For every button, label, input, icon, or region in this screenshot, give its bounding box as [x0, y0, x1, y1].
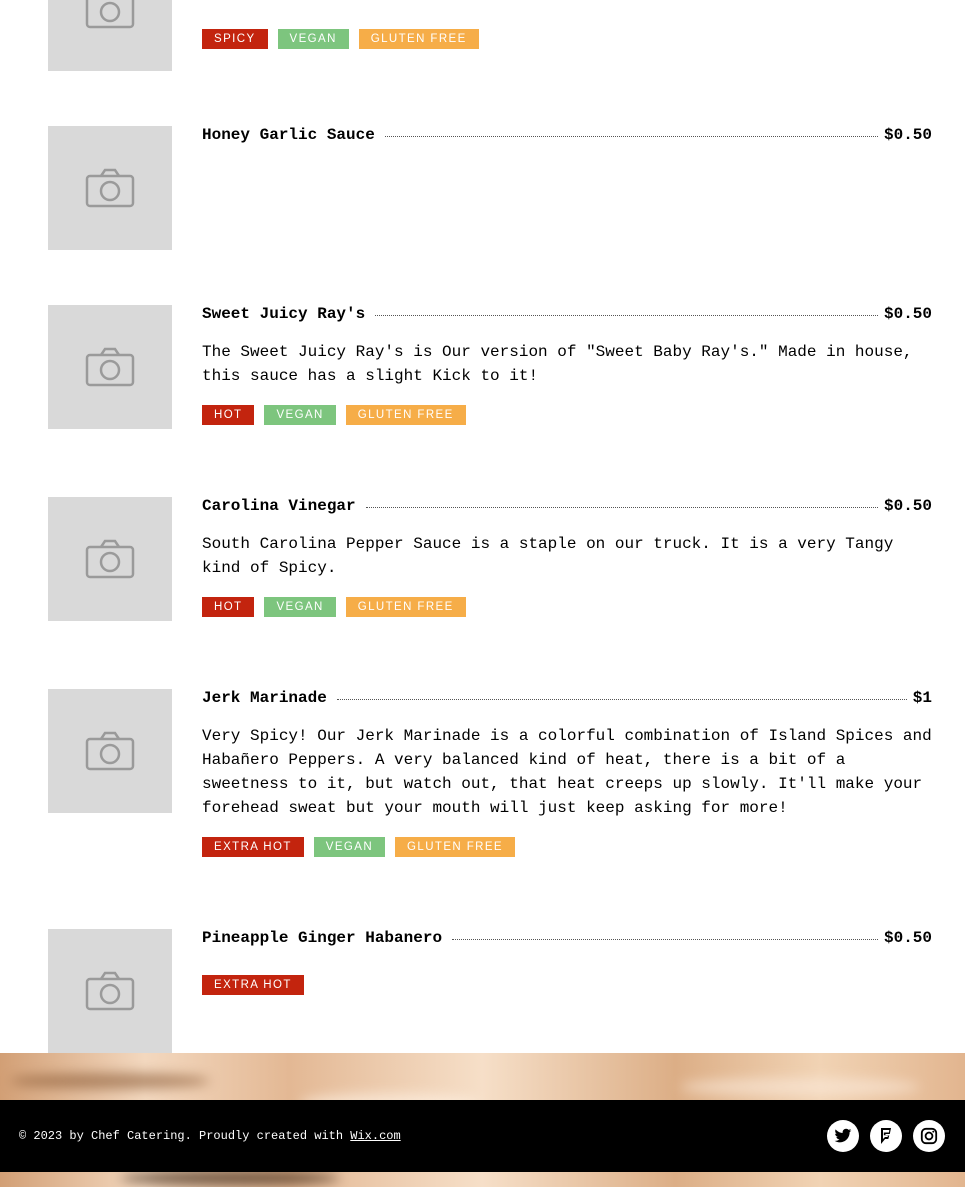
- tag: Vegan: [264, 405, 336, 425]
- tag-list: Hot Vegan Gluten Free: [202, 597, 932, 617]
- item-name: Honey Garlic Sauce: [202, 126, 375, 144]
- item-name: Carolina Vinegar: [202, 497, 356, 515]
- item-name: Pineapple Ginger Habanero: [202, 929, 443, 947]
- camera-icon: [85, 731, 135, 771]
- copyright-label: © 2023 by Chef Catering. Proudly created…: [19, 1129, 351, 1143]
- tag-list: Extra Hot: [202, 975, 932, 995]
- tag: Gluten Free: [395, 837, 515, 857]
- camera-icon: [85, 539, 135, 579]
- item-description: The Sweet Juicy Ray's is Our version of …: [202, 343, 913, 385]
- leader-dots: [336, 699, 907, 700]
- image-placeholder: [48, 497, 172, 621]
- tag: Hot: [202, 405, 255, 425]
- image-placeholder: [48, 689, 172, 813]
- copyright-text: © 2023 by Chef Catering. Proudly created…: [19, 1129, 401, 1143]
- tag: Spicy: [202, 29, 268, 49]
- image-placeholder: [48, 126, 172, 250]
- tag-list: Spicy Vegan Gluten Free: [202, 29, 932, 49]
- tag: Hot: [202, 597, 255, 617]
- tag: Gluten Free: [345, 597, 466, 617]
- item-price: $0.50: [883, 929, 932, 947]
- camera-icon: [85, 347, 135, 387]
- tag: Vegan: [277, 29, 349, 49]
- tag: Extra Hot: [202, 975, 304, 995]
- instagram-icon[interactable]: [913, 1120, 945, 1152]
- item-price: $1: [912, 689, 932, 707]
- camera-icon: [85, 0, 135, 29]
- image-placeholder: [48, 305, 172, 429]
- image-placeholder: [48, 929, 172, 1053]
- footer: © 2023 by Chef Catering. Proudly created…: [0, 1100, 965, 1172]
- leader-dots: [452, 939, 878, 940]
- item-name: Sweet Juicy Ray's: [202, 305, 366, 323]
- item-price: $0.50: [883, 126, 932, 144]
- tag: Vegan: [313, 837, 386, 857]
- tag-list: Hot Vegan Gluten Free: [202, 405, 932, 425]
- twitter-icon[interactable]: [827, 1120, 859, 1152]
- leader-dots: [384, 136, 878, 137]
- item-price: $0.50: [883, 497, 932, 515]
- leader-dots: [365, 507, 878, 508]
- tag: Gluten Free: [358, 29, 479, 49]
- tag-list: Extra Hot Vegan Gluten Free: [202, 837, 932, 857]
- item-description: Very Spicy! Our Jerk Marinade is a color…: [202, 727, 932, 817]
- wix-link[interactable]: Wix.com: [350, 1129, 400, 1143]
- image-placeholder: [48, 0, 172, 71]
- tag: Gluten Free: [345, 405, 466, 425]
- foursquare-icon[interactable]: [870, 1120, 902, 1152]
- item-price: $0.50: [883, 305, 932, 323]
- item-description: South Carolina Pepper Sauce is a staple …: [202, 535, 894, 577]
- item-name: Jerk Marinade: [202, 689, 327, 707]
- social-bar: [827, 1120, 945, 1152]
- leader-dots: [375, 315, 878, 316]
- tag: Vegan: [264, 597, 336, 617]
- camera-icon: [85, 168, 135, 208]
- tag: Extra Hot: [202, 837, 304, 857]
- camera-icon: [85, 971, 135, 1011]
